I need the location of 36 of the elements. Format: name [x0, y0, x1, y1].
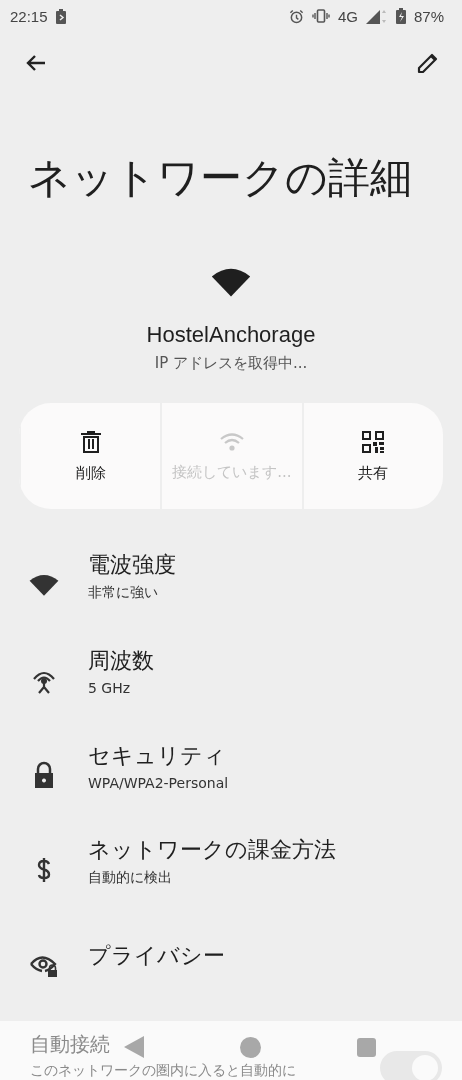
share-button[interactable]: 共有: [301, 403, 443, 509]
wifi-icon: [219, 430, 245, 453]
auto-connect-description: このネットワークの圏内に入ると自動的に: [30, 1062, 296, 1080]
vibrate-icon: [311, 9, 330, 23]
cell-signal-icon: [365, 8, 388, 24]
detail-title: 電波強度: [88, 550, 176, 579]
connection-status: IP アドレスを取得中...: [154, 354, 308, 373]
detail-value: 非常に強い: [88, 583, 159, 602]
detail-title: 周波数: [88, 646, 154, 675]
network-type: 4G: [337, 7, 358, 25]
circle-home-icon: [240, 1036, 261, 1058]
detail-value: 5 GHz: [88, 679, 132, 696]
lock-icon: [33, 760, 55, 789]
home-button[interactable]: [240, 1036, 261, 1058]
page-title: ネットワークの詳細: [28, 152, 412, 204]
qr-code-icon: [361, 429, 386, 454]
alarm-icon: [288, 8, 304, 24]
auto-connect-title: 自動接続: [30, 1031, 110, 1058]
detail-title: セキュリティ: [88, 741, 227, 770]
detail-value: WPA/WPA2-Personal: [88, 774, 229, 791]
wifi-icon: [29, 572, 59, 597]
trash-icon: [79, 429, 102, 454]
detail-title: プライバシー: [88, 941, 225, 970]
battery-charging-icon: [395, 8, 406, 24]
network-name: HostelAnchorage: [146, 322, 316, 348]
battery-percent: 87%: [413, 7, 444, 25]
triangle-back-icon: [124, 1036, 144, 1058]
clock-time: 22:15: [10, 7, 48, 25]
pencil-icon: [416, 51, 440, 75]
battery-saver-icon: [55, 8, 66, 24]
delete-button[interactable]: 削除: [19, 403, 161, 509]
dollar-icon: [36, 856, 52, 883]
detail-value: 自動的に検出: [88, 868, 173, 887]
detail-title: ネットワークの課金方法: [88, 835, 336, 864]
nav-back-button[interactable]: [124, 1036, 144, 1058]
wifi-icon: [211, 266, 251, 298]
